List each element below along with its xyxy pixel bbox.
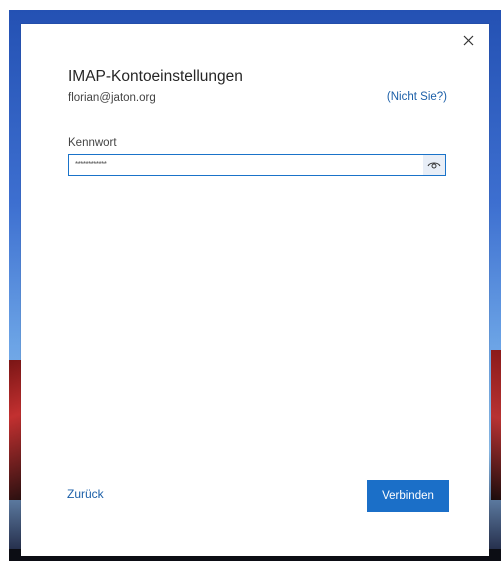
password-value: ************	[75, 160, 107, 169]
connect-button[interactable]: Verbinden	[367, 480, 449, 512]
not-you-link[interactable]: (Nicht Sie?)	[387, 91, 447, 103]
account-email: florian@jaton.org	[68, 92, 156, 104]
close-icon	[463, 35, 473, 45]
show-password-button[interactable]	[423, 155, 445, 175]
wallpaper-detail-right	[491, 350, 501, 500]
close-button[interactable]	[459, 31, 477, 49]
imap-settings-dialog: IMAP-Kontoeinstellungen florian@jaton.or…	[21, 24, 489, 556]
screen: IMAP-Kontoeinstellungen florian@jaton.or…	[0, 0, 501, 561]
password-field[interactable]: ************	[68, 154, 446, 176]
password-label: Kennwort	[68, 137, 117, 149]
eye-icon	[427, 162, 441, 169]
dialog-title: IMAP-Kontoeinstellungen	[68, 68, 243, 85]
back-link[interactable]: Zurück	[67, 487, 104, 501]
